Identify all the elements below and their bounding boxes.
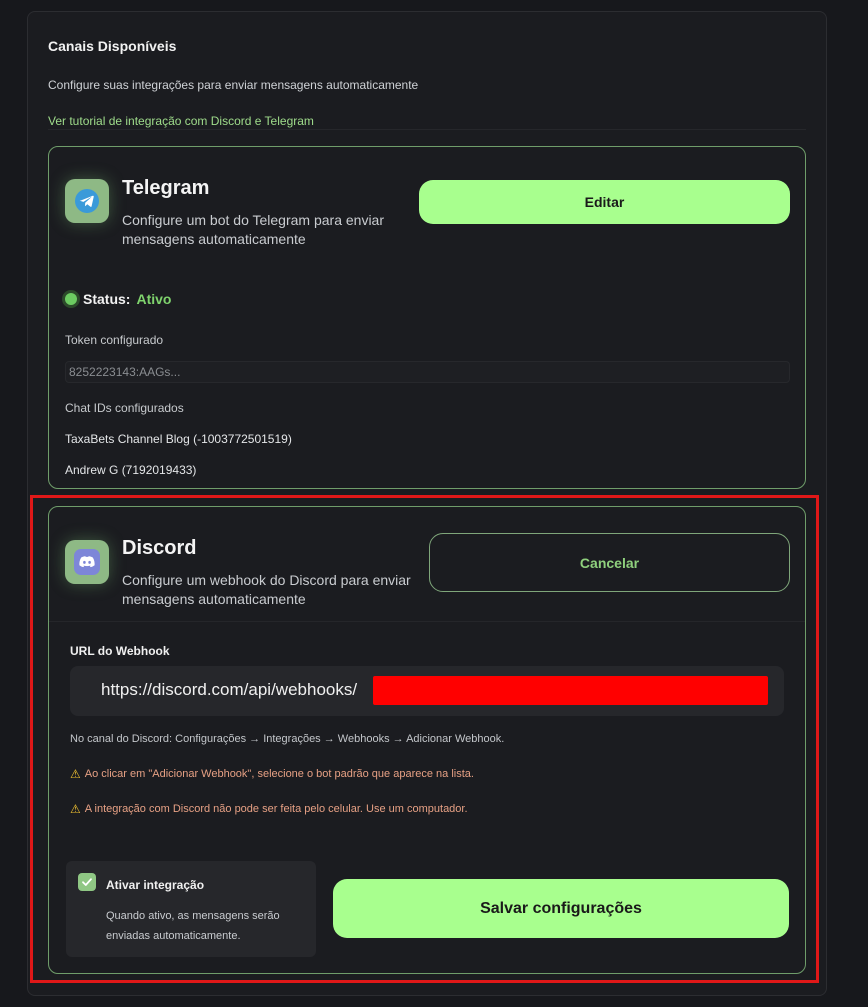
warning-message: ⚠ Ao clicar em "Adicionar Webhook", sele… <box>70 767 474 781</box>
warning-message: ⚠ A integração com Discord não pode ser … <box>70 802 468 816</box>
tutorial-link[interactable]: Ver tutorial de integração com Discord e… <box>48 114 314 128</box>
telegram-icon <box>65 179 109 223</box>
check-icon <box>82 878 92 886</box>
cancel-button[interactable]: Cancelar <box>429 533 790 592</box>
token-field[interactable] <box>65 361 790 383</box>
edit-button[interactable]: Editar <box>419 180 790 224</box>
warning-text: Ao clicar em "Adicionar Webhook", seleci… <box>84 768 474 780</box>
status-value: Ativo <box>136 291 172 307</box>
activate-integration-label: Ativar integração <box>106 878 205 892</box>
status-row: Status: Ativo <box>65 291 171 307</box>
warning-icon: ⚠ <box>70 767 81 781</box>
divider <box>48 129 806 130</box>
token-label: Token configurado <box>65 333 164 347</box>
telegram-description: Configure um bot do Telegram para enviar… <box>122 212 385 247</box>
discord-title: Discord <box>122 537 197 559</box>
webhook-hint: No canal do Discord: Configurações → Int… <box>70 733 505 745</box>
activate-integration-checkbox[interactable] <box>78 873 96 891</box>
redaction-overlay <box>373 676 768 705</box>
save-button[interactable]: Salvar configurações <box>333 879 789 938</box>
discord-card: Discord Configure um webhook do Discord … <box>48 506 806 974</box>
page-subtitle: Configure suas integrações para enviar m… <box>48 78 419 92</box>
discord-icon <box>65 540 109 584</box>
chat-id-item: TaxaBets Channel Blog (-1003772501519) <box>65 432 292 446</box>
telegram-title: Telegram <box>122 177 210 199</box>
chat-ids-label: Chat IDs configurados <box>65 401 184 415</box>
chat-id-item: Andrew G (7192019433) <box>65 463 197 477</box>
webhook-url-value: https://discord.com/api/webhooks/ <box>101 680 358 699</box>
status-dot-icon <box>65 293 77 305</box>
warning-icon: ⚠ <box>70 802 81 816</box>
activate-integration-box: Ativar integração Quando ativo, as mensa… <box>66 861 316 957</box>
status-label: Status: <box>83 291 131 307</box>
discord-description: Configure um webhook do Discord para env… <box>122 572 411 607</box>
webhook-url-input[interactable]: https://discord.com/api/webhooks/ <box>70 666 784 716</box>
page-title: Canais Disponíveis <box>48 38 177 54</box>
divider <box>49 621 805 622</box>
telegram-card: Telegram Configure um bot do Telegram pa… <box>48 146 806 489</box>
webhook-label: URL do Webhook <box>70 644 170 658</box>
activate-integration-description: Quando ativo, as mensagens serão enviada… <box>106 910 280 942</box>
warning-text: A integração com Discord não pode ser fe… <box>84 803 468 815</box>
channels-panel: Canais Disponíveis Configure suas integr… <box>27 11 827 996</box>
